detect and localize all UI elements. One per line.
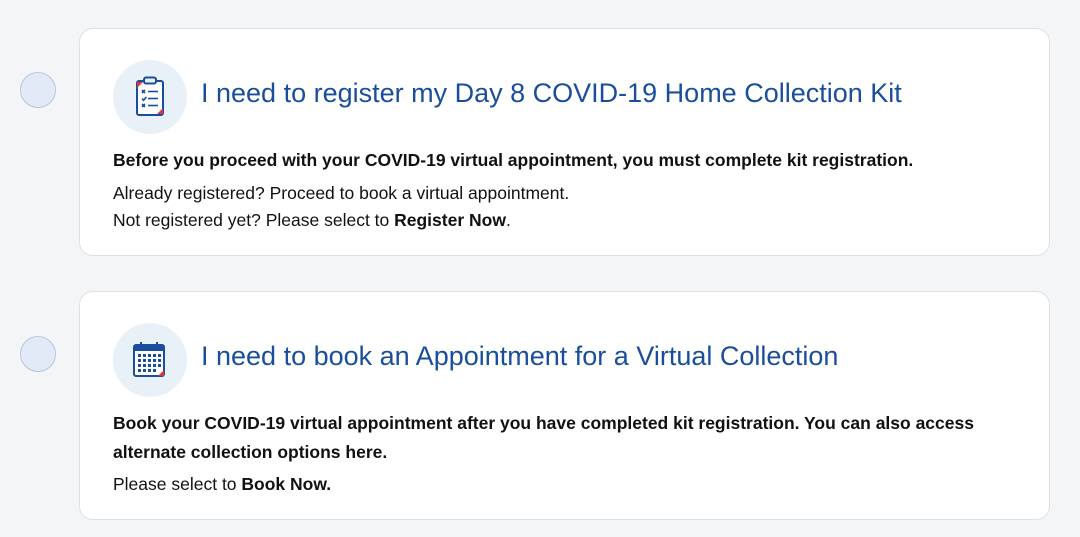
option-lead-text: Book your COVID-19 virtual appointment a… <box>113 413 974 462</box>
card-book-appointment[interactable]: I need to book an Appointment for a Virt… <box>79 291 1050 520</box>
radio-register-kit[interactable] <box>20 72 56 108</box>
clipboard-checklist-icon <box>113 60 187 134</box>
register-now-label: Register Now <box>394 210 506 230</box>
option-description: Book your COVID-19 virtual appointment a… <box>113 409 1018 498</box>
instruction-suffix: . <box>505 210 511 230</box>
card-register-kit[interactable]: I need to register my Day 8 COVID-19 Hom… <box>79 28 1050 256</box>
option-instruction-line: Not registered yet? Please select to Reg… <box>113 207 1018 234</box>
calendar-icon <box>113 323 187 397</box>
instruction-prefix: Not registered yet? Please select to <box>113 210 395 230</box>
option-lead-text: Before you proceed with your COVID-19 vi… <box>113 150 914 170</box>
option-info-line: Already registered? Proceed to book a vi… <box>113 183 570 203</box>
radio-book-appointment[interactable] <box>20 336 56 372</box>
option-instruction-line: Please select to Book Now. <box>113 471 1018 498</box>
book-now-label: Book Now. <box>241 474 332 494</box>
option-description: Before you proceed with your COVID-19 vi… <box>113 146 1018 234</box>
option-title: I need to book an Appointment for a Virt… <box>201 341 839 371</box>
instruction-prefix: Please select to <box>113 474 242 494</box>
option-title: I need to register my Day 8 COVID-19 Hom… <box>201 78 902 108</box>
